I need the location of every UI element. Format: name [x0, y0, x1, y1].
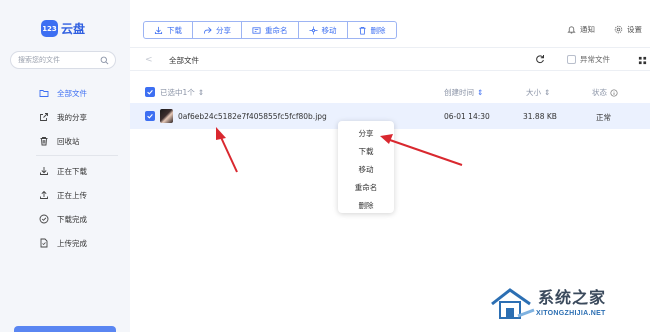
search-icon[interactable] [100, 56, 109, 65]
file-done-icon [39, 238, 49, 248]
sidebar-item-recycle-bin[interactable]: 回收站 [0, 132, 130, 150]
sidebar-item-label: 我的分享 [57, 112, 87, 122]
sidebar-item-my-shares[interactable]: 我的分享 [0, 108, 130, 126]
download-button-label: 下载 [167, 25, 182, 35]
sort-icon[interactable]: ⇕ [198, 88, 204, 97]
sidebar-item-downloading[interactable]: 正在下载 [0, 162, 130, 180]
watermark: 系统之家 XITONGZHIJIA.NET [488, 282, 638, 326]
check-icon [147, 114, 153, 119]
download-button[interactable]: 下载 [144, 22, 193, 38]
context-menu-move[interactable]: 移动 [338, 164, 394, 175]
abnormal-label: 异常文件 [580, 55, 610, 64]
abnormal-checkbox[interactable] [567, 55, 576, 64]
sidebar-bottom-button[interactable] [14, 326, 116, 332]
check-icon [147, 90, 153, 95]
rename-button[interactable]: 重命名 [242, 22, 299, 38]
context-menu-share[interactable]: 分享 [338, 128, 394, 139]
watermark-title: 系统之家 [538, 288, 607, 307]
upload-icon [39, 190, 49, 200]
back-arrow-icon[interactable]: < [145, 55, 153, 65]
select-all-checkbox[interactable] [145, 87, 155, 97]
trash-icon [39, 136, 49, 146]
sidebar-item-upload-complete[interactable]: 上传完成 [0, 234, 130, 252]
share-icon [39, 112, 49, 122]
sort-icon: ⇕ [544, 88, 551, 97]
sidebar-item-label: 全部文件 [57, 88, 87, 98]
sidebar-divider [36, 155, 118, 156]
sidebar-item-label: 正在上传 [57, 190, 87, 200]
abnormal-files-toggle[interactable]: 异常文件 [567, 54, 610, 65]
move-button[interactable]: 移动 [299, 22, 348, 38]
app-logo[interactable]: 123 云盘 [41, 20, 85, 37]
share-button-label: 分享 [216, 25, 231, 35]
settings-label: 设置 [627, 25, 642, 34]
notify-button[interactable]: 通知 [567, 24, 595, 35]
column-size-label: 大小 [526, 88, 541, 97]
context-menu-rename[interactable]: 重命名 [338, 182, 394, 193]
grid-view-icon[interactable] [638, 56, 647, 65]
refresh-icon[interactable] [535, 54, 545, 64]
file-name[interactable]: 0af6eb24c5182e7f405855fc5fcf80b.jpg [178, 112, 327, 121]
house-logo-icon [491, 288, 535, 319]
settings-button[interactable]: 设置 [614, 24, 642, 35]
sidebar-item-label: 上传完成 [57, 238, 87, 248]
bell-icon [567, 26, 576, 34]
sidebar-item-label: 下载完成 [57, 214, 87, 224]
logo-badge: 123 [41, 20, 58, 37]
delete-button-label: 删除 [370, 25, 386, 35]
rename-button-label: 重命名 [265, 25, 288, 35]
context-menu: 分享 下载 移动 重命名 删除 [338, 121, 394, 213]
annotation-arrow-to-file [216, 127, 238, 173]
download-icon [39, 166, 49, 176]
share-button[interactable]: 分享 [193, 22, 242, 38]
column-size[interactable]: 大小 ⇕ [526, 87, 550, 98]
row-checkbox[interactable] [145, 111, 155, 121]
download-icon [154, 26, 163, 34]
info-icon[interactable] [610, 88, 618, 97]
folder-icon [39, 88, 49, 98]
search-input[interactable] [18, 56, 98, 64]
file-size: 31.88 KB [523, 112, 557, 121]
file-toolbar: 下载 分享 重命名 移动 删除 [143, 21, 397, 39]
selected-count-label: 已选中1个 [160, 88, 195, 97]
logo-text: 云盘 [61, 22, 86, 36]
breadcrumb-bar: < 全部文件 异常文件 [130, 47, 650, 71]
sort-icon: ⇕ [477, 88, 484, 97]
context-menu-delete[interactable]: 删除 [338, 200, 394, 211]
sidebar-item-uploading[interactable]: 正在上传 [0, 186, 130, 204]
sidebar-item-all-files[interactable]: 全部文件 [0, 84, 130, 102]
table-header: 已选中1个 ⇕ 创建时间 ⇕ 大小 ⇕ 状态 [130, 84, 650, 100]
sidebar: 123 云盘 全部文件 我的分享 回收站 正在下载 正在上传 下载完 [0, 0, 130, 332]
breadcrumb[interactable]: 全部文件 [169, 55, 199, 66]
file-status: 正常 [596, 113, 611, 122]
column-status: 状态 [592, 87, 618, 98]
gear-icon [614, 25, 623, 34]
share-icon [203, 26, 212, 34]
search-box[interactable] [10, 51, 116, 69]
delete-button[interactable]: 删除 [348, 22, 396, 38]
column-status-label: 状态 [592, 88, 607, 97]
move-icon [308, 25, 318, 35]
trash-icon [358, 26, 366, 35]
selected-count: 已选中1个 ⇕ [160, 87, 204, 98]
move-button-label: 移动 [321, 25, 337, 35]
notify-label: 通知 [580, 25, 595, 34]
sidebar-item-label: 正在下载 [57, 166, 87, 176]
column-created-label: 创建时间 [444, 88, 474, 97]
context-menu-download[interactable]: 下载 [338, 146, 394, 157]
sidebar-item-download-complete[interactable]: 下载完成 [0, 210, 130, 228]
file-thumbnail [160, 109, 173, 123]
sidebar-item-label: 回收站 [57, 136, 80, 146]
rename-icon [252, 26, 261, 34]
column-created-time[interactable]: 创建时间 ⇕ [444, 87, 483, 98]
watermark-url: XITONGZHIJIA.NET [536, 310, 606, 317]
check-circle-icon [39, 214, 49, 224]
file-created-time: 06-01 14:30 [444, 112, 490, 121]
